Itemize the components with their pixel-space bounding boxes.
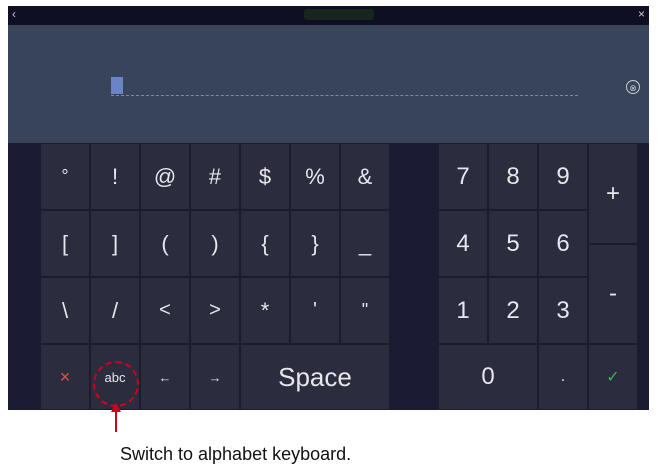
cursor-right-button[interactable]: →: [190, 344, 240, 410]
key-2[interactable]: 2: [488, 277, 538, 344]
key-percent[interactable]: %: [290, 143, 340, 210]
cancel-icon: ×: [59, 366, 71, 387]
key-7[interactable]: 7: [438, 143, 488, 210]
confirm-button[interactable]: ✓: [588, 344, 638, 410]
key-6[interactable]: 6: [538, 210, 588, 277]
key-apostrophe[interactable]: ': [290, 277, 340, 344]
title-bar: ‹ ×: [8, 6, 649, 25]
callout-arrow-icon: [111, 403, 121, 412]
key-double-quote[interactable]: ": [340, 277, 390, 344]
key-less-than[interactable]: <: [140, 277, 190, 344]
space-button[interactable]: Space: [240, 344, 390, 410]
key-5[interactable]: 5: [488, 210, 538, 277]
key-hash[interactable]: #: [190, 143, 240, 210]
key-degree[interactable]: °: [40, 143, 90, 210]
key-1[interactable]: 1: [438, 277, 488, 344]
cancel-button[interactable]: ×: [40, 344, 90, 410]
key-3[interactable]: 3: [538, 277, 588, 344]
key-0[interactable]: 0: [438, 344, 538, 410]
input-underline: [111, 95, 578, 96]
key-left-brace[interactable]: {: [240, 210, 290, 277]
key-left-paren[interactable]: (: [140, 210, 190, 277]
arrow-right-icon: →: [208, 369, 222, 385]
title-indicator: [304, 9, 374, 20]
key-8[interactable]: 8: [488, 143, 538, 210]
key-ampersand[interactable]: &: [340, 143, 390, 210]
key-4[interactable]: 4: [438, 210, 488, 277]
key-right-bracket[interactable]: ]: [90, 210, 140, 277]
plus-button[interactable]: +: [588, 143, 638, 244]
key-dollar[interactable]: $: [240, 143, 290, 210]
text-input-area[interactable]: ⊗: [8, 25, 649, 143]
key-decimal[interactable]: .: [538, 344, 588, 410]
key-greater-than[interactable]: >: [190, 277, 240, 344]
key-slash[interactable]: /: [90, 277, 140, 344]
highlight-circle: [93, 361, 139, 407]
key-left-bracket[interactable]: [: [40, 210, 90, 277]
key-exclamation[interactable]: !: [90, 143, 140, 210]
key-backslash[interactable]: \: [40, 277, 90, 344]
key-9[interactable]: 9: [538, 143, 588, 210]
key-right-paren[interactable]: ): [190, 210, 240, 277]
checkmark-icon: ✓: [606, 369, 620, 386]
key-right-brace[interactable]: }: [290, 210, 340, 277]
clear-input-icon[interactable]: ⊗: [626, 80, 640, 94]
key-underscore[interactable]: _: [340, 210, 390, 277]
close-icon[interactable]: ×: [638, 7, 645, 21]
key-asterisk[interactable]: *: [240, 277, 290, 344]
cursor-left-button[interactable]: ←: [140, 344, 190, 410]
callout-caption: Switch to alphabet keyboard.: [120, 444, 352, 464]
minus-button[interactable]: -: [588, 244, 638, 344]
arrow-left-icon: ←: [158, 369, 172, 385]
key-at[interactable]: @: [140, 143, 190, 210]
keyboard-screen: ‹ × ⊗ ° ! @ # $ % & [ ] ( ) { } _ \ / < …: [8, 6, 649, 410]
text-cursor: [111, 77, 123, 94]
back-icon[interactable]: ‹: [12, 7, 16, 21]
